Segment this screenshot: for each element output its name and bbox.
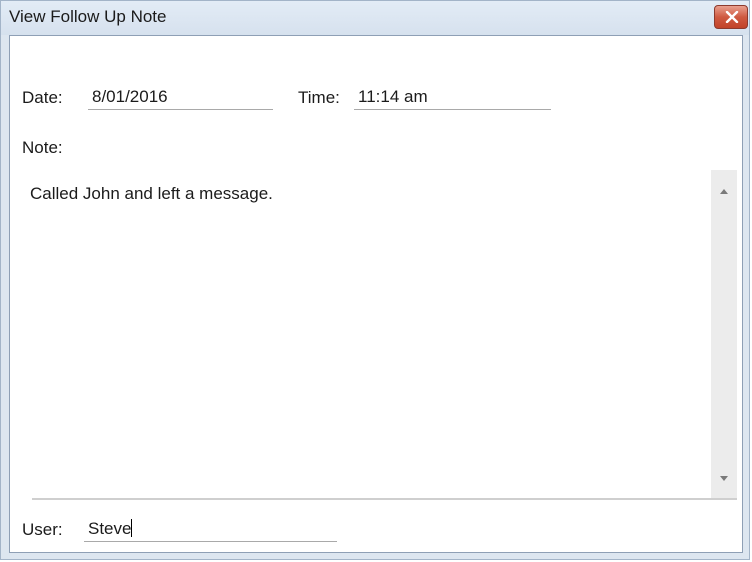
date-value: 8/01/2016 — [92, 87, 168, 106]
note-text: Called John and left a message. — [30, 184, 273, 203]
scroll-down-button[interactable] — [711, 470, 737, 488]
scroll-up-button[interactable] — [711, 182, 737, 200]
chevron-down-icon — [720, 476, 728, 481]
text-cursor — [131, 519, 133, 537]
time-label: Time: — [298, 88, 340, 107]
dialog-window: View Follow Up Note Date: 8/01/2016 Time… — [0, 0, 750, 560]
date-field[interactable]: 8/01/2016 — [88, 86, 273, 110]
title-bar[interactable]: View Follow Up Note — [1, 1, 749, 35]
date-label: Date: — [22, 88, 63, 107]
user-label: User: — [22, 520, 63, 539]
time-value: 11:14 am — [358, 87, 428, 106]
dialog-body: Date: 8/01/2016 Time: 11:14 am Note: Cal… — [9, 35, 743, 553]
note-textarea[interactable]: Called John and left a message. — [22, 170, 737, 498]
time-field[interactable]: 11:14 am — [354, 86, 551, 110]
close-button[interactable] — [714, 5, 748, 29]
window-title: View Follow Up Note — [9, 7, 167, 26]
user-value: Steve — [88, 519, 132, 538]
note-scrollbar[interactable] — [711, 170, 737, 498]
chevron-up-icon — [720, 189, 728, 194]
divider — [32, 498, 737, 500]
user-field[interactable]: Steve — [84, 518, 337, 542]
note-label: Note: — [22, 138, 63, 157]
close-icon — [725, 11, 739, 23]
